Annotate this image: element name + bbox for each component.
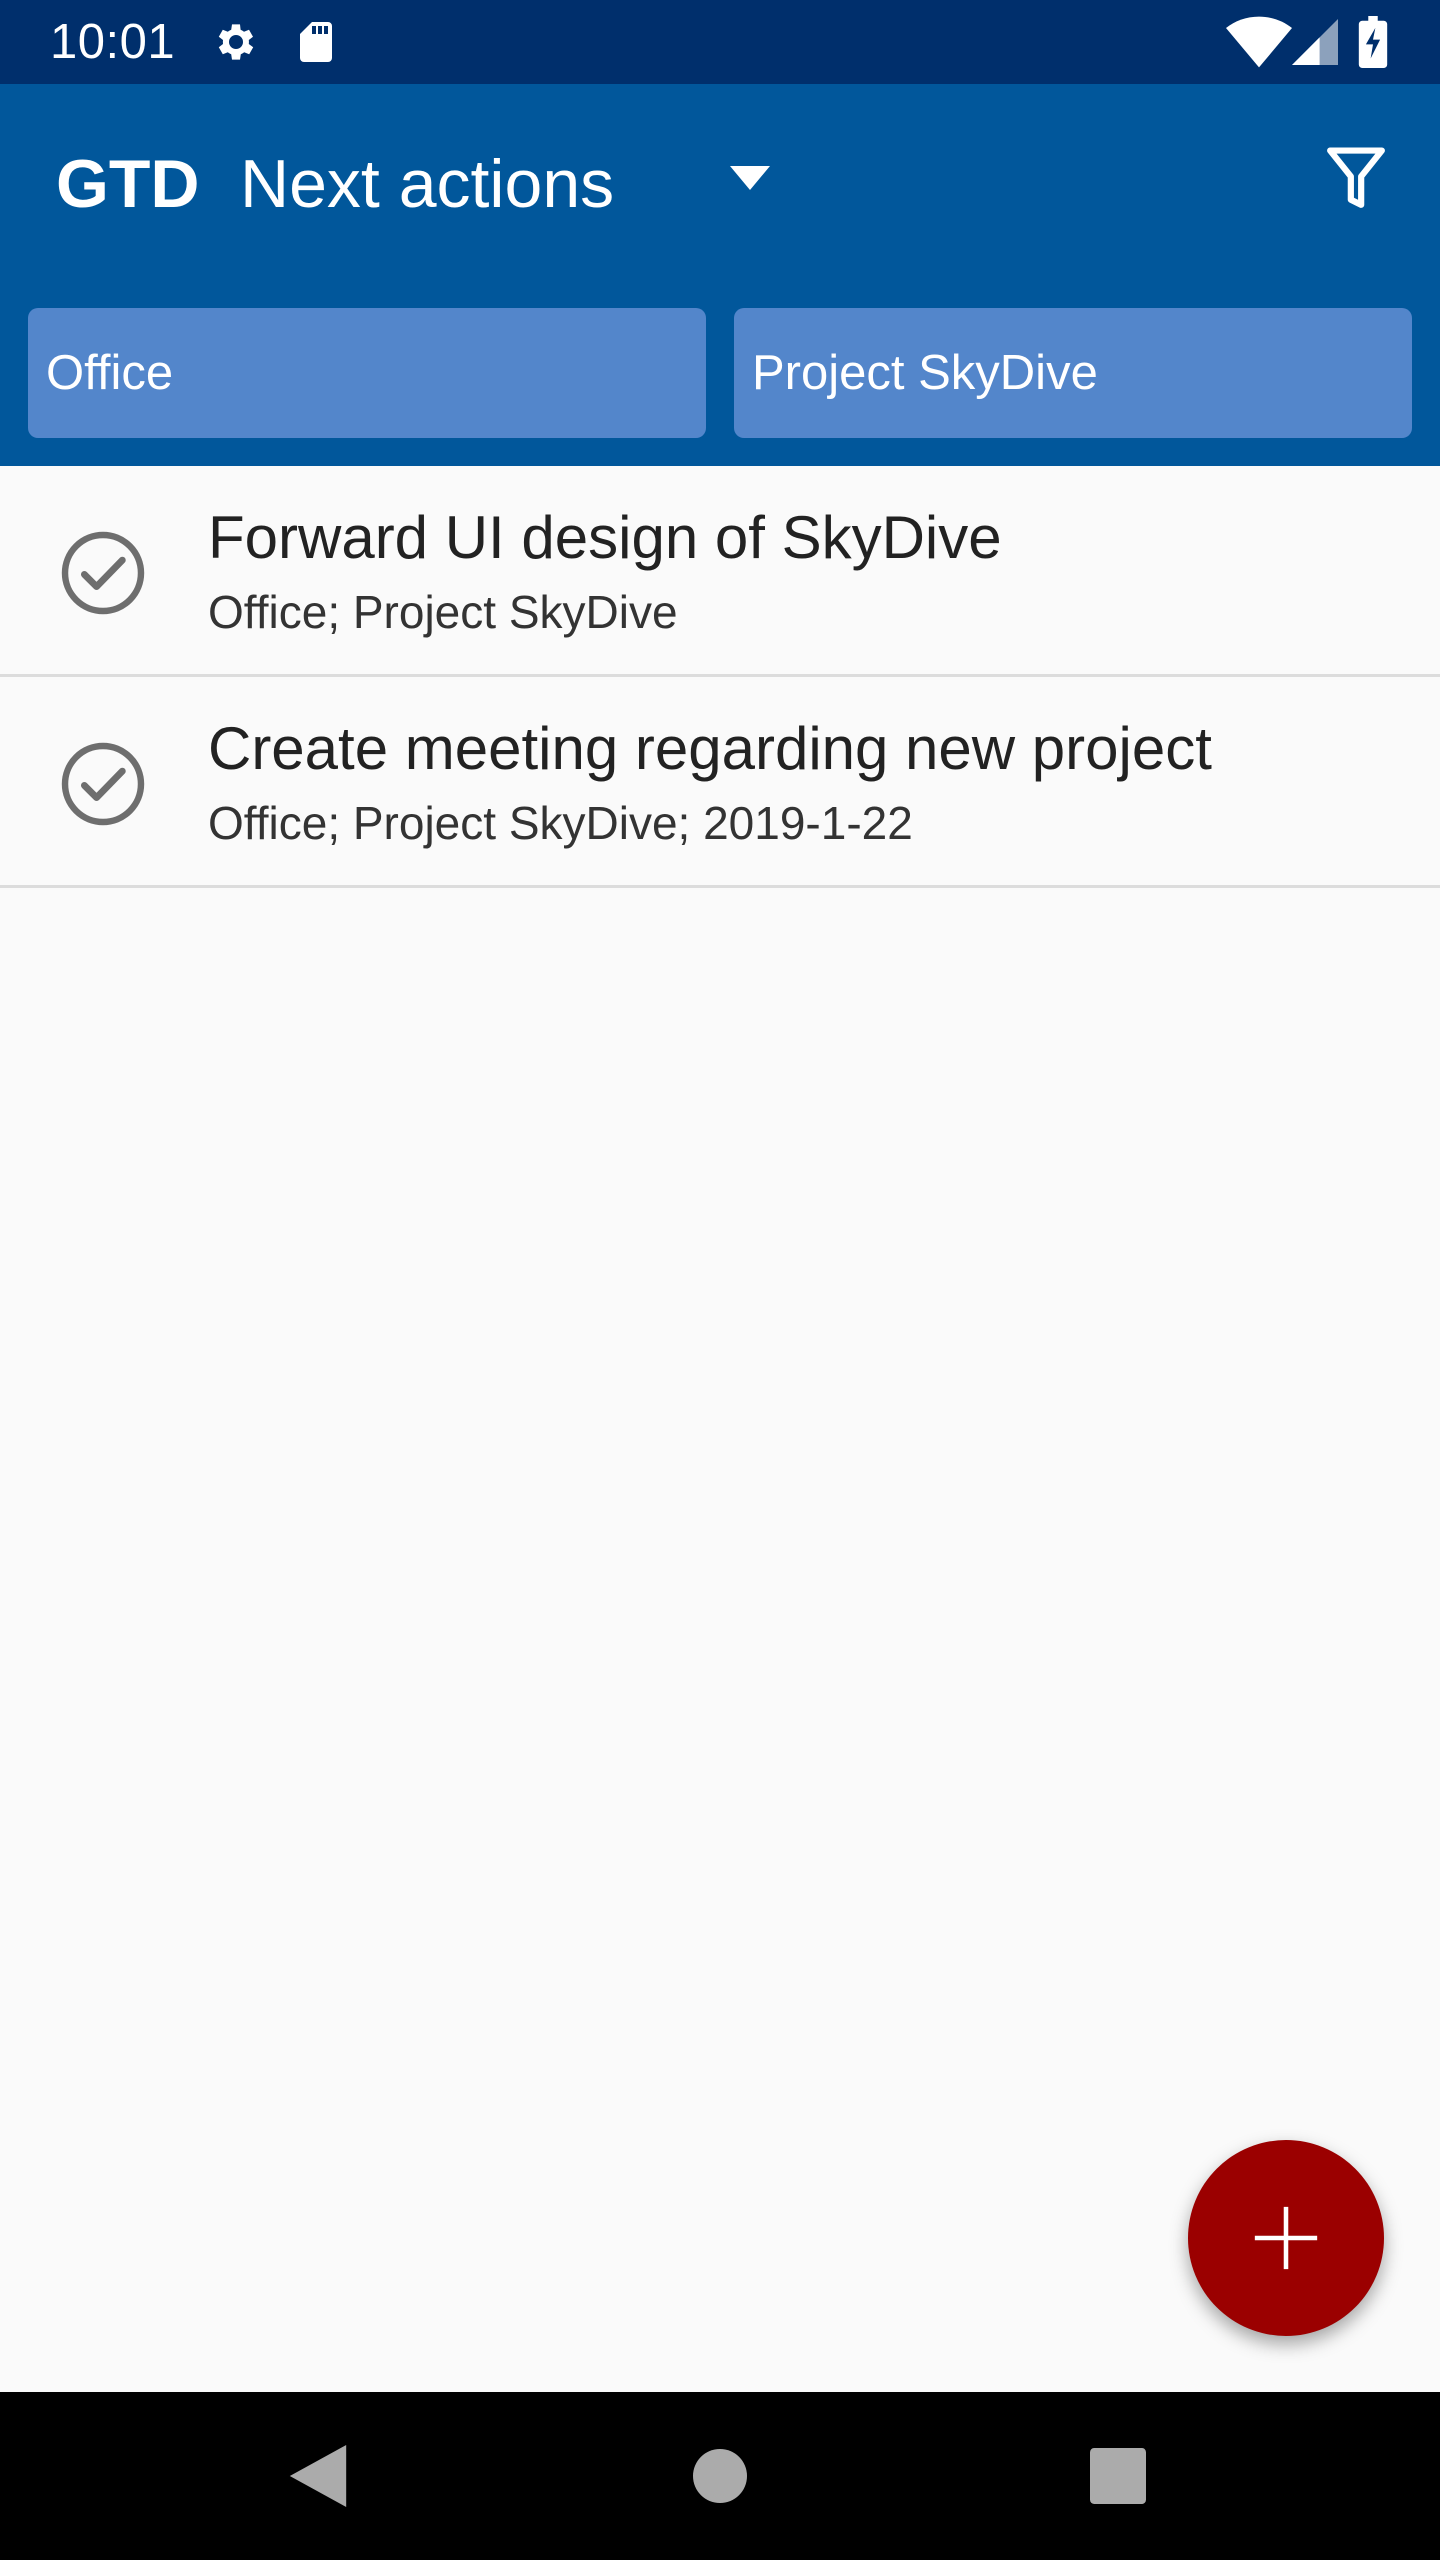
check-circle-icon[interactable] xyxy=(60,530,146,616)
app-bar: GTD Next actions xyxy=(0,84,1440,280)
task-title: Create meeting regarding new project xyxy=(208,715,1212,782)
task-meta: Office; Project SkyDive xyxy=(208,586,678,638)
add-icon xyxy=(1254,2206,1318,2270)
add-task-button[interactable] xyxy=(1188,2140,1384,2336)
home-button[interactable] xyxy=(680,2436,760,2516)
back-icon xyxy=(289,2445,347,2507)
home-icon xyxy=(693,2449,747,2503)
status-bar: 10:01 xyxy=(0,0,1440,84)
dropdown-arrow-icon xyxy=(730,166,770,190)
check-circle-icon[interactable] xyxy=(60,741,146,827)
sd-card-icon xyxy=(300,22,332,62)
navigation-bar xyxy=(0,2392,1440,2560)
list-selector[interactable]: Next actions xyxy=(240,136,800,232)
battery-charging-icon xyxy=(1358,16,1388,68)
app-title: GTD xyxy=(56,146,200,222)
list-selector-label: Next actions xyxy=(240,146,615,222)
task-meta: Office; Project SkyDive; 2019-1-22 xyxy=(208,797,913,849)
recents-button[interactable] xyxy=(1078,2436,1158,2516)
task-list: Forward UI design of SkyDive Office; Pro… xyxy=(0,466,1440,888)
filter-chip-project[interactable]: Project SkyDive xyxy=(734,308,1412,438)
filter-button[interactable] xyxy=(1316,134,1396,224)
task-title: Forward UI design of SkyDive xyxy=(208,504,1002,571)
screen: 10:01 GTD Next actions Office Project Sk… xyxy=(0,0,1440,2560)
wifi-icon xyxy=(1226,16,1292,68)
status-time: 10:01 xyxy=(50,15,176,69)
settings-icon xyxy=(218,24,254,60)
task-row[interactable]: Create meeting regarding new project Off… xyxy=(0,677,1440,888)
filter-chips: Office Project SkyDive xyxy=(0,280,1440,466)
recents-icon xyxy=(1090,2448,1146,2504)
task-row[interactable]: Forward UI design of SkyDive Office; Pro… xyxy=(0,466,1440,677)
cell-signal-icon xyxy=(1292,19,1338,65)
filter-icon xyxy=(1327,147,1385,208)
back-button[interactable] xyxy=(278,2436,358,2516)
filter-chip-context[interactable]: Office xyxy=(28,308,706,438)
